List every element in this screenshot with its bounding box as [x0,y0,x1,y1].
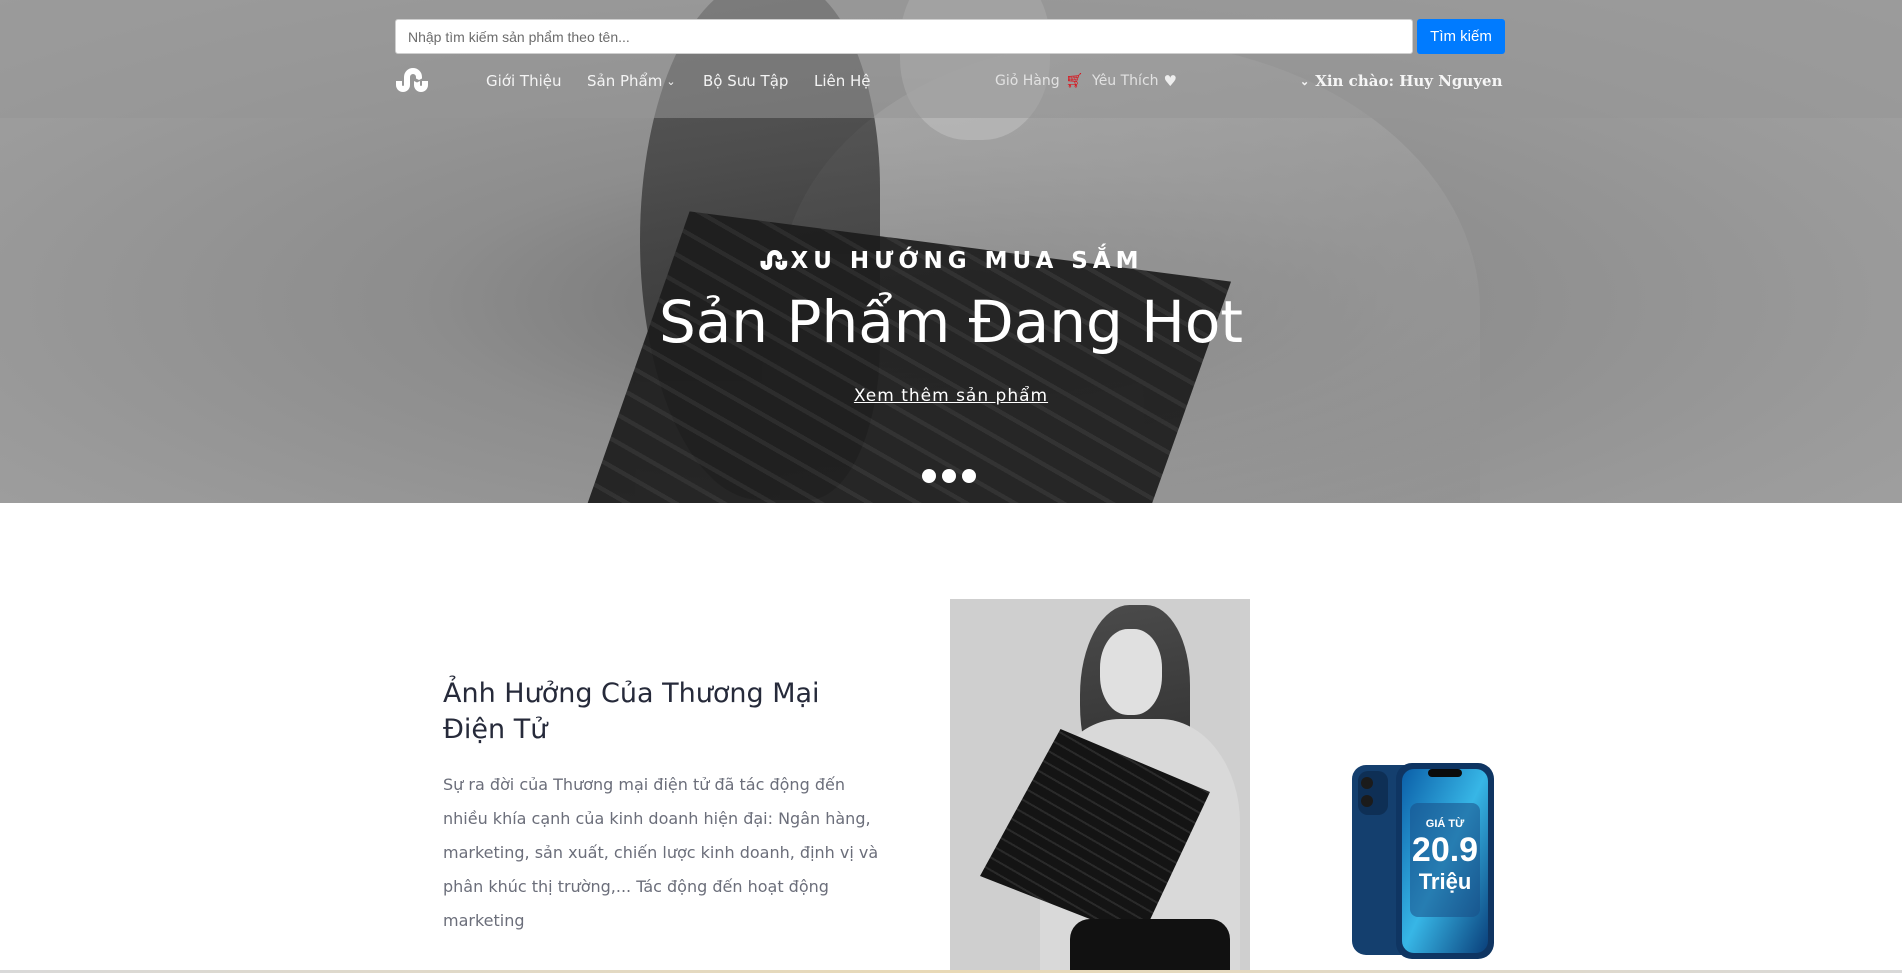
carousel-dot[interactable] [942,469,956,483]
nav-san-pham[interactable]: Sản Phẩm ⌄ [587,68,676,94]
section-text: Sự ra đời của Thương mại điện tử đã tác … [443,775,879,930]
nav-bo-suu-tap-label: Bộ Sưu Tập [703,72,789,90]
view-more-link[interactable]: Xem thêm sản phẩm [854,386,1048,406]
carousel-dot[interactable] [962,469,976,483]
promo-price-prefix: GIÁ TỪ [1426,817,1465,830]
cart-label: Giỏ Hàng [995,73,1060,89]
promo-price-unit: Triệu [1419,869,1472,894]
chevron-down-icon: ⌄ [666,74,676,88]
search-input[interactable] [395,19,1413,54]
search-button[interactable]: Tìm kiếm [1417,19,1505,54]
wishlist-link[interactable]: Yêu Thích ♥ [1092,68,1177,94]
top-navbar: Tìm kiếm Giới Thiệu Sản Phẩm⌄ Bộ Sưu Tập… [0,0,1902,118]
hero-eyebrow-text: XU HƯỚNG MUA SẮM [790,248,1144,274]
promo-price-value: 20.9 [1412,831,1478,869]
section-title: Ảnh Hưởng Của Thương Mại Điện Tử [443,678,820,745]
nav-lien-he-label: Liên Hệ [814,72,871,90]
cart-link[interactable]: Giỏ Hàng 🛒︎ [995,68,1083,94]
nav-bo-suu-tap[interactable]: Bộ Sưu Tập [703,68,788,94]
model-photo [950,599,1250,973]
nav-gioi-thieu[interactable]: Giới Thiệu [486,68,561,94]
hero-title: Sản Phẩm Đang Hot [658,288,1244,356]
carousel-dot[interactable] [922,469,936,483]
nav-gioi-thieu-label: Giới Thiệu [486,72,562,90]
stumbleupon-icon [760,250,788,270]
nav-lien-he[interactable]: Liên Hệ [814,68,871,94]
nav-san-pham-label: Sản Phẩm [587,72,663,90]
hero-banner: Tìm kiếm Giới Thiệu Sản Phẩm⌄ Bộ Sưu Tập… [0,0,1902,503]
heart-icon: ♥ [1163,72,1177,90]
carousel-indicators [922,469,976,483]
hero-eyebrow: XU HƯỚNG MUA SẮM [0,248,1902,274]
cart-icon: 🛒︎ [1065,73,1084,89]
phone-promo-image[interactable]: GIÁ TỪ 20.9 Triệu [1350,763,1496,959]
wishlist-label: Yêu Thích [1092,73,1159,89]
user-greeting: Xin chào: Huy Nguyen [1315,72,1503,90]
stumbleupon-icon[interactable] [393,67,429,93]
user-menu[interactable]: ⌄ Xin chào: Huy Nguyen [1300,68,1503,94]
chevron-down-icon: ⌄ [1300,74,1310,88]
